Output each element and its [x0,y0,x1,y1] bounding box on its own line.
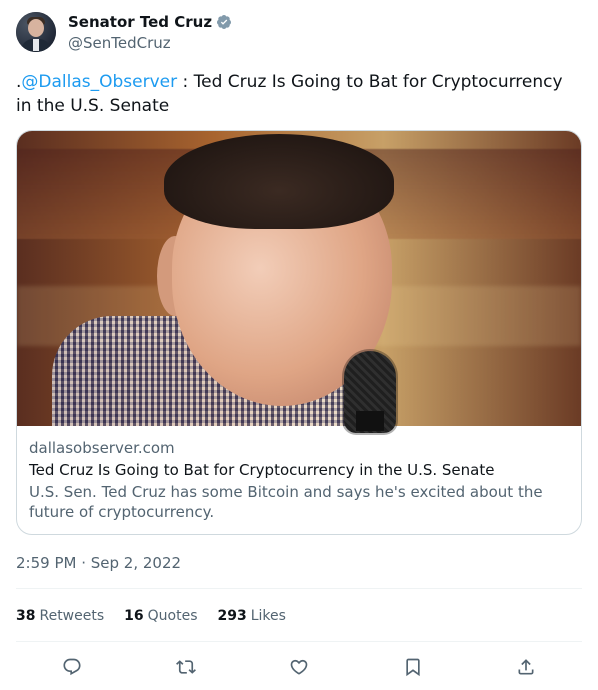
retweet-button[interactable] [130,657,242,677]
bookmark-icon [405,658,420,677]
bookmark-button[interactable] [357,657,469,677]
card-image[interactable] [17,131,581,433]
card-title[interactable]: Ted Cruz Is Going to Bat for Cryptocurre… [29,460,569,480]
retweets-count: 38 [16,608,36,624]
retweets-stat[interactable]: 38 Retweets [16,606,104,626]
verified-badge-icon [216,14,232,30]
like-button[interactable] [243,657,355,677]
like-icon [290,659,308,675]
engagement-stats: 38 Retweets 16 Quotes 293 Likes [16,606,286,626]
share-button[interactable] [470,657,582,677]
share-icon [518,659,534,675]
author-info: Senator Ted Cruz @SenTedCruz [68,12,232,53]
display-name[interactable]: Senator Ted Cruz [68,12,212,32]
hair [164,134,394,229]
divider-bottom [16,641,582,642]
retweet-icon [175,660,196,674]
card-description: U.S. Sen. Ted Cruz has some Bitcoin and … [29,483,543,521]
microphone-handle [356,411,384,431]
author-handle[interactable]: @SenTedCruz [68,33,232,53]
divider-top [16,588,582,589]
card-domain[interactable]: dallasobserver.com [29,438,569,458]
timestamp[interactable]: 2:59 PM · Sep 2, 2022 [16,553,181,573]
card-meta: dallasobserver.com Ted Cruz Is Going to … [17,426,581,534]
link-card[interactable]: dallasobserver.com Ted Cruz Is Going to … [16,130,582,535]
avatar-face [28,19,44,37]
likes-count: 293 [217,608,247,624]
quotes-stat[interactable]: 16 Quotes [124,606,197,626]
likes-label: Likes [250,608,286,624]
mention-link[interactable]: @Dallas_Observer [21,72,177,92]
display-name-row[interactable]: Senator Ted Cruz [68,12,232,32]
reply-icon [63,658,81,676]
tweet-text: .@Dallas_Observer : Ted Cruz Is Going to… [16,70,576,118]
action-bar [16,654,582,680]
avatar-shirt [33,39,39,51]
tweet-header: Senator Ted Cruz @SenTedCruz [16,12,232,53]
retweets-label: Retweets [39,608,105,624]
quotes-count: 16 [124,608,144,624]
reply-button[interactable] [16,657,128,677]
likes-stat[interactable]: 293 Likes [218,606,286,626]
quotes-label: Quotes [147,608,198,624]
tweet-detail: Senator Ted Cruz @SenTedCruz .@Dallas_Ob… [0,0,598,690]
avatar[interactable] [16,12,56,52]
